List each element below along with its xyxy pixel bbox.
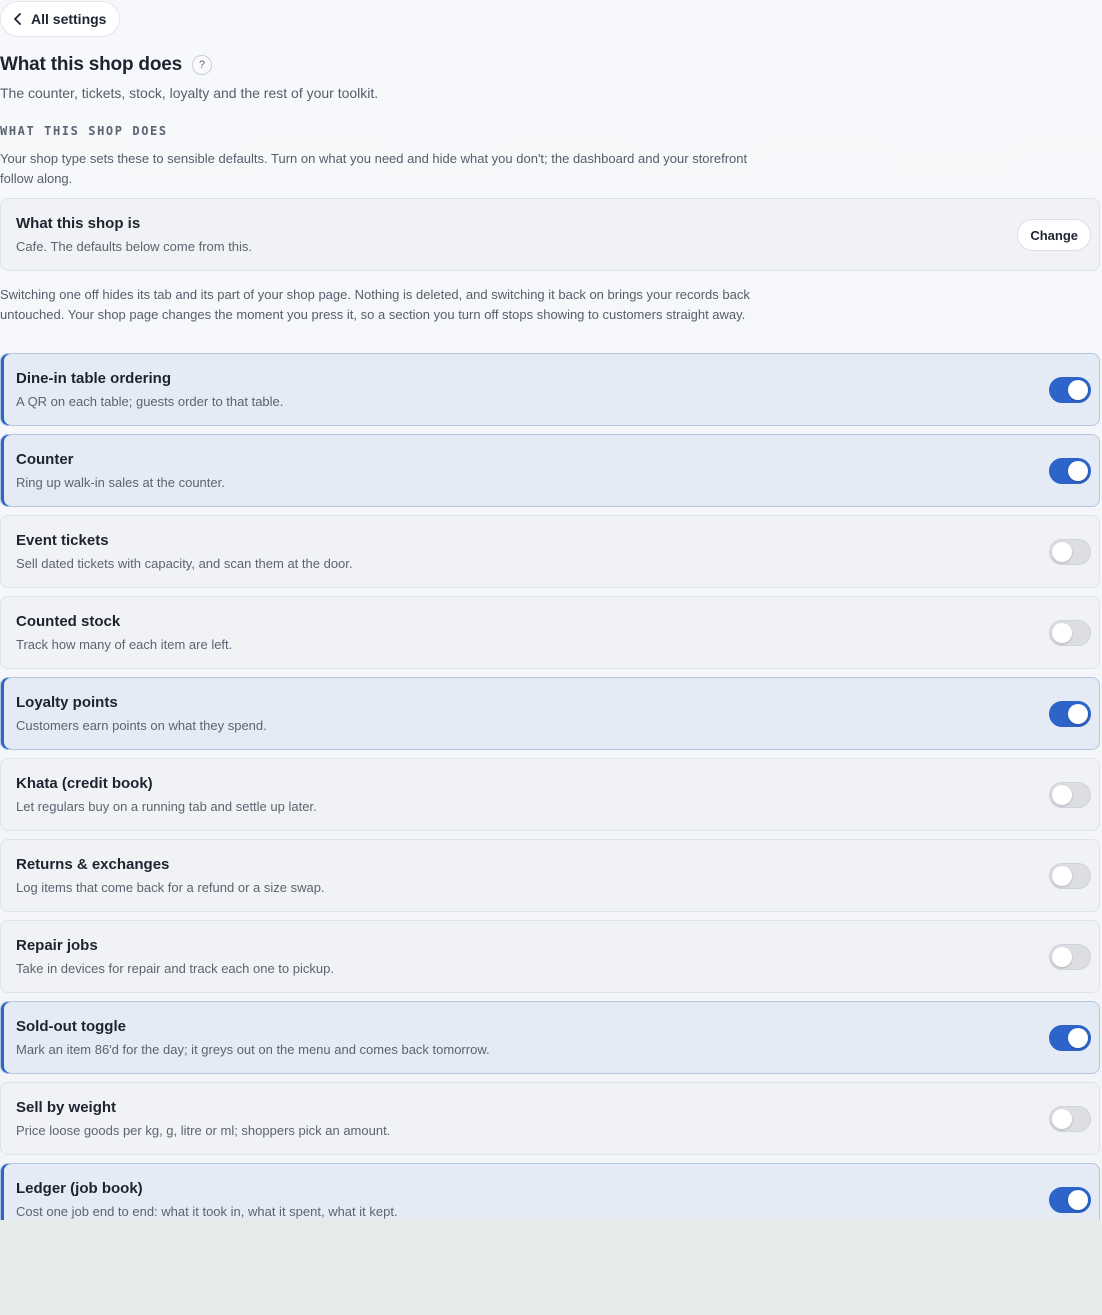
page-title: What this shop does xyxy=(0,54,182,75)
feature-description: Ring up walk-in sales at the counter. xyxy=(16,475,225,490)
shop-type-card: What this shop is Cafe. The defaults bel… xyxy=(0,198,1100,271)
feature-title: Dine-in table ordering xyxy=(16,370,172,387)
feature-title: Khata (credit book) xyxy=(16,775,153,792)
chevron-left-icon xyxy=(14,13,21,25)
feature-card: Returns & exchanges Log items that come b… xyxy=(0,839,1100,912)
feature-toggle[interactable] xyxy=(1049,1106,1091,1132)
feature-title: Counted stock xyxy=(16,613,121,630)
feature-toggle[interactable] xyxy=(1049,863,1091,889)
feature-description: Cost one job end to end: what it took in… xyxy=(16,1204,398,1219)
shop-type-title: What this shop is xyxy=(16,215,141,232)
feature-card: Sold-out toggle Mark an item 86'd for the… xyxy=(0,1001,1100,1074)
toggle-knob xyxy=(1052,866,1072,886)
question-icon[interactable]: ? xyxy=(191,55,212,75)
toggle-knob xyxy=(1052,623,1072,643)
toggle-knob xyxy=(1052,947,1072,967)
feature-toggle[interactable] xyxy=(1049,539,1091,565)
feature-description: Take in devices for repair and track eac… xyxy=(16,961,334,976)
feature-title: Event tickets xyxy=(16,532,109,549)
page-footer-area xyxy=(0,1220,1102,1315)
feature-description: Log items that come back for a refund or… xyxy=(16,880,325,895)
section-intro: Your shop type sets these to sensible de… xyxy=(0,151,748,186)
feature-title: Returns & exchanges xyxy=(16,856,170,873)
toggle-knob xyxy=(1068,1028,1088,1048)
title-row: What this shop does ? xyxy=(0,54,212,76)
toggle-knob xyxy=(1068,1190,1088,1210)
feature-title: Repair jobs xyxy=(16,937,98,954)
feature-card: Ledger (job book) Cost one job end to end… xyxy=(0,1163,1100,1220)
feature-description: Sell dated tickets with capacity, and sc… xyxy=(16,556,353,571)
feature-title: Ledger (job book) xyxy=(16,1180,143,1197)
feature-description: A QR on each table; guests order to that… xyxy=(16,394,284,409)
page-subtitle: The counter, tickets, stock, loyalty and… xyxy=(0,85,379,101)
feature-card: Dine-in table ordering A QR on each table… xyxy=(0,353,1100,426)
feature-description: Mark an item 86'd for the day; it greys … xyxy=(16,1042,490,1057)
feature-card: Repair jobs Take in devices for repair an… xyxy=(0,920,1100,993)
toggle-knob xyxy=(1068,704,1088,724)
section-label: WHAT THIS SHOP DOES xyxy=(0,124,168,138)
feature-card: Counted stock Track how many of each item… xyxy=(0,596,1100,669)
back-label: All settings xyxy=(31,11,107,27)
toggle-knob xyxy=(1052,1109,1072,1129)
feature-description: Customers earn points on what they spend… xyxy=(16,718,267,733)
feature-description: Let regulars buy on a running tab and se… xyxy=(16,799,317,814)
change-shop-type-button[interactable]: Change xyxy=(1017,219,1091,251)
feature-toggle[interactable] xyxy=(1049,458,1091,484)
feature-description: Price loose goods per kg, g, litre or ml… xyxy=(16,1123,391,1138)
feature-card: Khata (credit book) Let regulars buy on a… xyxy=(0,758,1100,831)
back-to-settings-button[interactable]: All settings xyxy=(0,1,120,37)
feature-toggle[interactable] xyxy=(1049,1187,1091,1213)
feature-card: Loyalty points Customers earn points on w… xyxy=(0,677,1100,750)
feature-card: Counter Ring up walk-in sales at the coun… xyxy=(0,434,1100,507)
feature-toggle[interactable] xyxy=(1049,377,1091,403)
feature-toggle[interactable] xyxy=(1049,701,1091,727)
feature-toggle[interactable] xyxy=(1049,782,1091,808)
feature-title: Sold-out toggle xyxy=(16,1018,126,1035)
feature-title: Loyalty points xyxy=(16,694,118,711)
feature-title: Sell by weight xyxy=(16,1099,117,1116)
toggle-knob xyxy=(1068,461,1088,481)
feature-title: Counter xyxy=(16,451,74,468)
feature-toggle[interactable] xyxy=(1049,620,1091,646)
toggle-knob xyxy=(1068,380,1088,400)
feature-card: Event tickets Sell dated tickets with cap… xyxy=(0,515,1100,588)
toggle-knob xyxy=(1052,785,1072,805)
toggle-note: Switching one off hides its tab and its … xyxy=(0,287,750,322)
feature-card: Sell by weight Price loose goods per kg, … xyxy=(0,1082,1100,1155)
feature-toggle[interactable] xyxy=(1049,1025,1091,1051)
settings-page: All settings What this shop does ? The c… xyxy=(0,0,1102,1220)
shop-type-description: Cafe. The defaults below come from this. xyxy=(16,239,253,254)
feature-toggle[interactable] xyxy=(1049,944,1091,970)
feature-description: Track how many of each item are left. xyxy=(16,637,233,652)
toggle-knob xyxy=(1052,542,1072,562)
